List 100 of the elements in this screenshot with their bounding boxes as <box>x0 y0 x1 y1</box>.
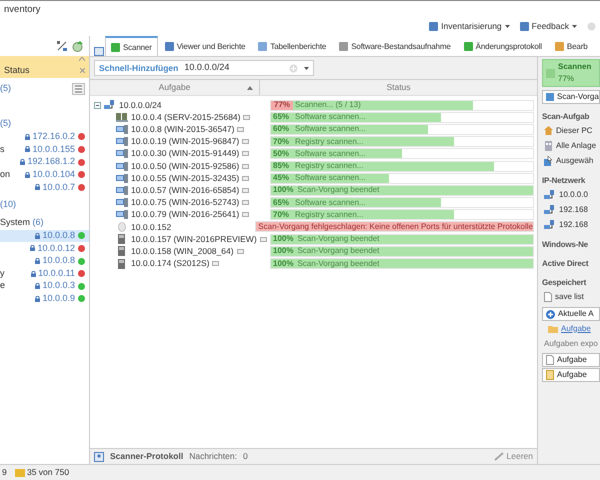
collapse-icon[interactable] <box>94 102 101 109</box>
task-name: 10.0.0.158 (WIN_2008_64) <box>131 244 234 258</box>
status-text: Scan-Vorgang beendet <box>296 234 380 244</box>
device-row[interactable]: 10.0.0.7 <box>0 180 89 194</box>
status-text: Scan-Vorgang beendet <box>296 259 380 268</box>
task-name: 10.0.0.174 (S2012S) <box>131 257 210 270</box>
tab[interactable]: Änderungsprotokoll <box>458 36 548 56</box>
tab[interactable]: Scanner <box>105 36 158 56</box>
document-icon <box>546 355 554 365</box>
tab-icon <box>164 42 174 51</box>
add-button[interactable]: Aktuelle A <box>542 307 600 321</box>
status-text: Scannen... (5 / 13) <box>294 100 361 110</box>
status-text: Scan-Vorgang fehlgeschlagen: Keine offenen Ports für unterstützte Protokolle <box>257 222 533 232</box>
ip-address: 10.0.0.11 <box>38 266 75 280</box>
server-icon <box>116 112 128 122</box>
task-name: 10.0.0.75 (WIN-2016-52743) <box>131 196 240 209</box>
panel-icon[interactable] <box>94 47 104 56</box>
device-row[interactable]: 192.168.1.2 <box>0 156 89 168</box>
close-icon[interactable] <box>80 68 85 73</box>
group-label[interactable]: (5) <box>0 117 11 131</box>
device-row[interactable]: on 10.0.0.104 <box>0 168 89 181</box>
percent-text: 70% <box>272 137 290 146</box>
list-view-icon[interactable] <box>72 83 85 95</box>
lock-icon <box>25 134 30 140</box>
status-text: Software scannen... <box>294 174 366 183</box>
device-row[interactable]: s 10.0.0.155 <box>0 143 89 156</box>
globe-icon[interactable] <box>72 40 83 52</box>
panel-item[interactable]: save list <box>542 289 600 304</box>
lock-icon <box>35 258 40 264</box>
computer-icon <box>116 149 128 158</box>
export-button[interactable]: Aufgabe <box>542 353 600 367</box>
lock-icon <box>25 146 30 152</box>
lock-icon <box>35 283 40 290</box>
menu-button[interactable]: Inventarisierung <box>429 20 510 32</box>
open-link[interactable]: Aufgabe <box>542 321 600 336</box>
tab[interactable]: Bearb <box>548 36 594 56</box>
group-label[interactable]: (10) <box>0 198 16 212</box>
device-row[interactable]: e 10.0.0.3 <box>0 280 89 293</box>
device-row[interactable]: 10.0.0.12 <box>0 242 89 255</box>
panel-item[interactable]: Alle Anlage <box>542 138 600 153</box>
percent-text: 85% <box>272 162 290 171</box>
ip-address: 10.0.0.104 <box>32 168 75 181</box>
sort-icon[interactable] <box>57 41 67 51</box>
section-heading: Windows-Ne <box>542 239 589 251</box>
menu-icon <box>520 22 529 30</box>
quick-add-field[interactable]: Schnell-Hinzufügen 10.0.0.0/24 <box>94 60 314 76</box>
status-text: Registry scannen... <box>294 210 364 220</box>
percent-text: 100% <box>272 246 294 256</box>
percent-text: 65% <box>272 198 290 208</box>
column-header[interactable]: Status <box>260 80 537 95</box>
ip-address: 10.0.0.8 <box>42 229 75 242</box>
cursor-icon <box>544 156 553 166</box>
device-icon <box>116 222 128 232</box>
task-name: 10.0.0.30 (WIN-2015-91449) <box>131 147 240 160</box>
status-text: Registry scannen... <box>294 137 364 146</box>
menu-button[interactable]: Feedback <box>520 20 577 32</box>
group-label[interactable]: System (6) <box>0 216 44 230</box>
percent-text: 100% <box>272 259 294 268</box>
tab[interactable]: Tabellenberichte <box>252 36 332 56</box>
network-icon <box>104 100 116 110</box>
device-row[interactable]: 10.0.0.8 <box>0 230 89 242</box>
scan-icon <box>546 68 555 78</box>
panel-item[interactable]: Ausgewäh <box>542 153 600 168</box>
lock-icon <box>20 159 26 166</box>
device-row[interactable]: 10.0.0.9 <box>0 292 89 306</box>
task-name: 10.0.0.0/24 <box>119 98 162 112</box>
progress-percent: 77% <box>558 73 576 85</box>
lock-icon <box>31 270 36 277</box>
lock-icon <box>35 184 40 190</box>
panel-item[interactable]: Dieser PC <box>542 123 600 138</box>
percent-text: 65% <box>272 112 290 122</box>
tower-icon <box>116 246 128 256</box>
device-row[interactable]: y 10.0.0.11 <box>0 267 89 280</box>
panel-item[interactable]: 192.168 <box>542 217 600 232</box>
tab[interactable]: Software-Bestandsaufnahme <box>333 36 457 56</box>
house-icon <box>544 126 553 135</box>
computer-icon <box>116 124 128 134</box>
tab[interactable]: Viewer und Berichte <box>158 36 252 56</box>
filter-title: Status <box>4 64 30 76</box>
panel-item[interactable]: 192.168 <box>542 202 600 217</box>
window-title: nventory <box>0 0 600 16</box>
status-text: Software scannen... <box>294 124 366 134</box>
panel-item[interactable]: 10.0.0.0 <box>542 187 600 202</box>
status-text: Software scannen... <box>294 198 366 208</box>
status-text: Scan-Vorgang beendet <box>296 186 380 195</box>
column-header[interactable]: Aufgabe <box>90 80 260 95</box>
progress-title: Scannen <box>558 61 592 73</box>
ip-address: 10.0.0.8 <box>42 254 75 268</box>
status-text: Software scannen... <box>294 112 366 122</box>
messages-count: 0 <box>242 450 248 463</box>
lock-icon <box>25 172 30 178</box>
mail-icon <box>14 468 25 476</box>
device-row[interactable]: 10.0.0.8 <box>0 254 89 268</box>
lock-icon <box>30 245 36 252</box>
network-icon <box>544 204 556 214</box>
plus-icon <box>546 310 555 318</box>
device-row[interactable]: 172.16.0.2 <box>0 130 89 144</box>
percent-text: 60% <box>272 124 290 134</box>
export-button[interactable]: Aufgabe <box>542 368 600 382</box>
stop-button[interactable]: Scan-Vorga <box>542 90 600 104</box>
